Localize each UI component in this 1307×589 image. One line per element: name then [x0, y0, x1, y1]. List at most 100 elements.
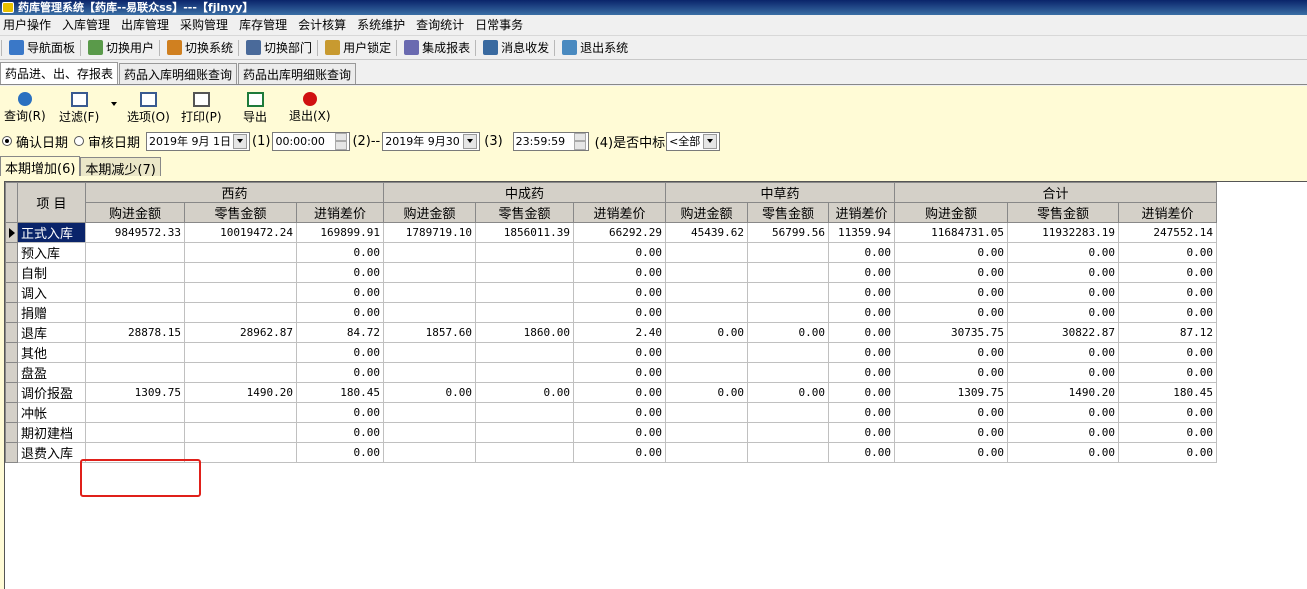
table-cell[interactable]: [747, 302, 829, 323]
table-cell[interactable]: [665, 402, 748, 423]
table-cell[interactable]: [184, 242, 297, 263]
table-cell[interactable]: [665, 362, 748, 383]
row-indicator[interactable]: [5, 222, 18, 243]
report-toolbar-button[interactable]: 打印(P): [181, 92, 222, 125]
menu-item[interactable]: 系统维护: [354, 15, 413, 36]
table-cell[interactable]: 0.00: [665, 322, 748, 343]
row-indicator[interactable]: [5, 382, 18, 403]
audit-date-radio[interactable]: 审核日期: [74, 132, 140, 151]
table-cell[interactable]: [184, 442, 297, 463]
table-cell[interactable]: 0.00: [573, 282, 666, 303]
table-cell[interactable]: [85, 362, 185, 383]
table-cell[interactable]: [747, 442, 829, 463]
table-cell[interactable]: 0.00: [1007, 242, 1119, 263]
row-indicator[interactable]: [5, 282, 18, 303]
table-cell[interactable]: [747, 402, 829, 423]
row-indicator[interactable]: [5, 342, 18, 363]
bid-select[interactable]: <全部: [666, 131, 721, 151]
table-cell[interactable]: [383, 262, 476, 283]
table-cell[interactable]: [747, 282, 829, 303]
table-cell[interactable]: [85, 422, 185, 443]
table-cell[interactable]: 0.00: [894, 262, 1008, 283]
table-cell[interactable]: 0.00: [894, 422, 1008, 443]
table-cell[interactable]: 247552.14: [1118, 222, 1217, 243]
table-cell[interactable]: 1860.00: [475, 322, 574, 343]
table-cell[interactable]: [85, 242, 185, 263]
table-cell[interactable]: 0.00: [1118, 422, 1217, 443]
table-cell[interactable]: [475, 422, 574, 443]
row-indicator[interactable]: [5, 362, 18, 383]
filter-dropdown-icon[interactable]: [111, 102, 117, 106]
table-cell[interactable]: 0.00: [1118, 402, 1217, 423]
table-cell[interactable]: 0.00: [296, 362, 384, 383]
table-cell[interactable]: 0.00: [894, 442, 1008, 463]
table-cell[interactable]: [383, 362, 476, 383]
table-row[interactable]: 冲帐 0.00 0.00 0.00 0.00 0.00 0.00: [5, 402, 1217, 423]
table-cell[interactable]: 0.00: [1007, 262, 1119, 283]
report-toolbar-button[interactable]: 退出(X): [289, 92, 331, 124]
table-cell[interactable]: 0.00: [1007, 342, 1119, 363]
table-cell[interactable]: [85, 342, 185, 363]
table-cell[interactable]: 1490.20: [1007, 382, 1119, 403]
row-name[interactable]: 其他: [17, 342, 86, 363]
table-cell[interactable]: [665, 342, 748, 363]
menu-item[interactable]: 会计核算: [295, 15, 354, 36]
table-cell[interactable]: [747, 362, 829, 383]
row-indicator[interactable]: [5, 242, 18, 263]
table-cell[interactable]: 0.00: [1118, 242, 1217, 263]
table-row[interactable]: 调价报盈 1309.75 1490.20 180.45 0.00 0.00 0.00 0.00…: [5, 382, 1217, 403]
table-cell[interactable]: 0.00: [573, 262, 666, 283]
table-cell[interactable]: 11684731.05: [894, 222, 1008, 243]
table-cell[interactable]: [475, 262, 574, 283]
table-cell[interactable]: 0.00: [665, 382, 748, 403]
date-from-dropdown-button[interactable]: [233, 133, 248, 149]
row-name[interactable]: 调入: [17, 282, 86, 303]
table-cell[interactable]: 28878.15: [85, 322, 185, 343]
table-cell[interactable]: 0.00: [1118, 282, 1217, 303]
time-from-spinner[interactable]: [335, 132, 348, 150]
table-cell[interactable]: 0.00: [894, 242, 1008, 263]
table-row[interactable]: 捐赠 0.00 0.00 0.00 0.00 0.00 0.00: [5, 302, 1217, 323]
table-cell[interactable]: [475, 362, 574, 383]
toolbar-button[interactable]: 导航面板: [3, 37, 79, 59]
table-cell[interactable]: [747, 242, 829, 263]
table-cell[interactable]: [184, 262, 297, 283]
table-cell[interactable]: [184, 282, 297, 303]
table-cell[interactable]: [184, 402, 297, 423]
table-cell[interactable]: 0.00: [475, 382, 574, 403]
table-cell[interactable]: [747, 342, 829, 363]
table-cell[interactable]: 0.00: [1007, 442, 1119, 463]
table-cell[interactable]: 0.00: [296, 282, 384, 303]
table-cell[interactable]: [747, 262, 829, 283]
period-tab[interactable]: 本期减少(7): [80, 157, 161, 178]
table-cell[interactable]: [665, 282, 748, 303]
table-cell[interactable]: 0.00: [1118, 302, 1217, 323]
row-indicator[interactable]: [5, 302, 18, 323]
report-toolbar-button[interactable]: 选项(O): [127, 92, 170, 125]
table-cell[interactable]: 0.00: [573, 422, 666, 443]
table-cell[interactable]: 0.00: [296, 402, 384, 423]
row-name[interactable]: 正式入库: [17, 222, 86, 243]
table-cell[interactable]: [475, 242, 574, 263]
table-cell[interactable]: 84.72: [296, 322, 384, 343]
row-indicator[interactable]: [5, 402, 18, 423]
table-cell[interactable]: [85, 402, 185, 423]
table-cell[interactable]: 0.00: [828, 322, 895, 343]
table-cell[interactable]: 0.00: [828, 382, 895, 403]
time-to-field[interactable]: 23:59:59: [512, 131, 589, 151]
table-cell[interactable]: 180.45: [296, 382, 384, 403]
table-cell[interactable]: 180.45: [1118, 382, 1217, 403]
table-cell[interactable]: 0.00: [1007, 362, 1119, 383]
table-cell[interactable]: 0.00: [573, 342, 666, 363]
menu-item[interactable]: 库存管理: [236, 15, 295, 36]
table-cell[interactable]: [747, 422, 829, 443]
table-cell[interactable]: 0.00: [296, 342, 384, 363]
table-cell[interactable]: 1789719.10: [383, 222, 476, 243]
table-cell[interactable]: 0.00: [894, 282, 1008, 303]
table-cell[interactable]: 0.00: [573, 402, 666, 423]
menu-item[interactable]: 入库管理: [59, 15, 118, 36]
table-cell[interactable]: 0.00: [573, 302, 666, 323]
table-cell[interactable]: 87.12: [1118, 322, 1217, 343]
table-row[interactable]: 调入 0.00 0.00 0.00 0.00 0.00 0.00: [5, 282, 1217, 303]
toolbar-button[interactable]: 消息收发: [477, 37, 553, 59]
